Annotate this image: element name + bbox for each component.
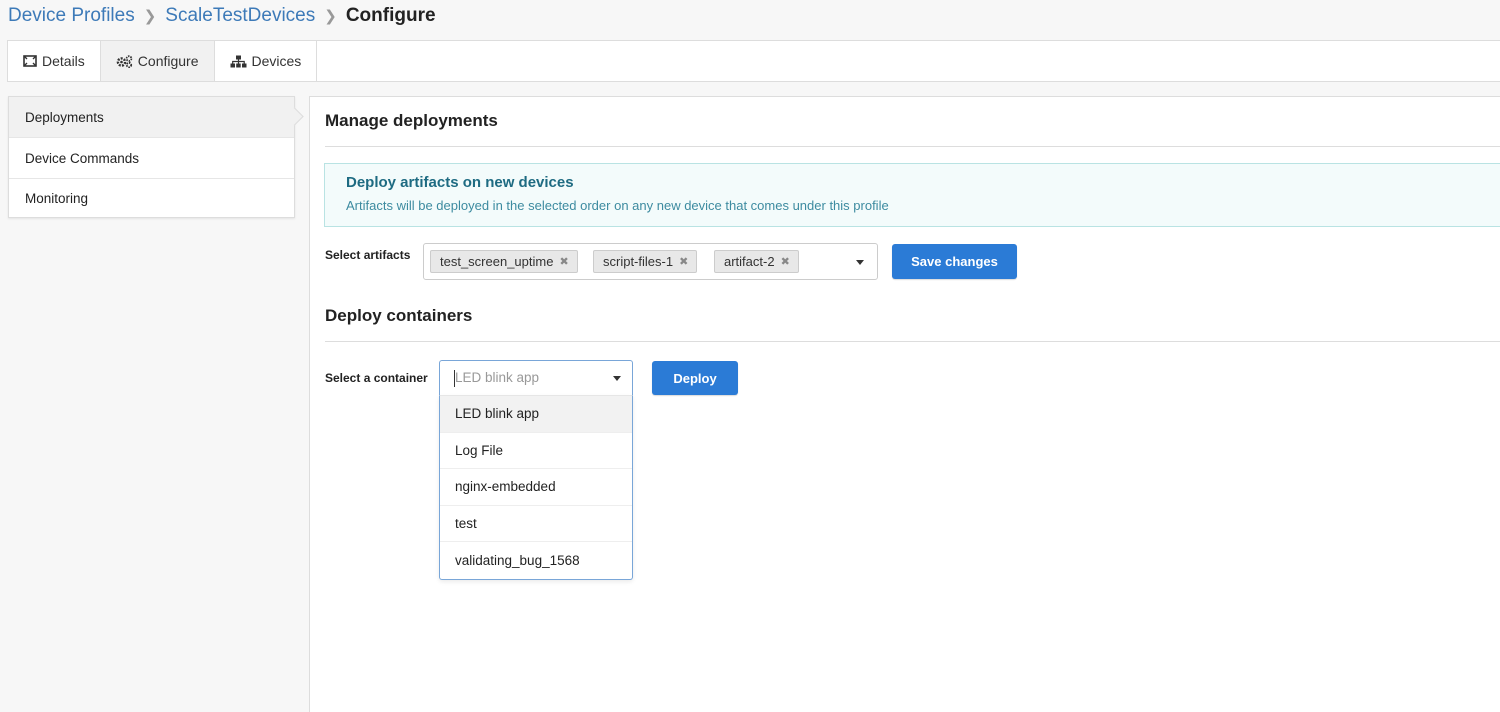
tab-configure[interactable]: Configure <box>100 41 215 81</box>
dropdown-option[interactable]: test <box>440 506 632 543</box>
chevron-right-icon: ❯ <box>324 8 337 25</box>
page-title: Configure <box>345 5 436 26</box>
caret-down-icon[interactable] <box>856 260 864 265</box>
select-container-label: Select a container <box>325 371 428 385</box>
divider <box>325 146 1500 147</box>
chevron-right-icon: ❯ <box>143 8 157 25</box>
breadcrumb: Device Profiles ❯ ScaleTestDevices ❯ Con… <box>8 3 436 29</box>
section-title-manage-deployments: Manage deployments <box>325 111 498 130</box>
remove-icon[interactable]: ✖ <box>559 255 568 268</box>
container-select[interactable]: LED blink app <box>439 360 633 396</box>
remove-icon[interactable]: ✖ <box>679 255 688 268</box>
select-artifacts-label: Select artifacts <box>325 248 411 262</box>
sidebar-item-monitoring[interactable]: Monitoring <box>9 179 294 217</box>
artifact-chip: artifact-2 ✖ <box>714 250 799 273</box>
artifacts-multiselect[interactable]: test_screen_uptime ✖ script-files-1 ✖ ar… <box>423 243 878 280</box>
deploy-button[interactable]: Deploy <box>652 361 738 395</box>
tab-devices[interactable]: Devices <box>215 41 318 81</box>
tab-details[interactable]: Details <box>8 41 101 81</box>
info-box: Deploy artifacts on new devices Artifact… <box>324 163 1500 227</box>
text-cursor <box>454 370 455 387</box>
side-menu: Deployments Device Commands Monitoring <box>8 96 295 218</box>
tab-devices-label: Devices <box>251 53 302 69</box>
breadcrumb-device-profiles[interactable]: Device Profiles <box>8 5 135 27</box>
remove-icon[interactable]: ✖ <box>781 255 790 268</box>
container-select-placeholder: LED blink app <box>455 370 540 385</box>
sidebar-item-device-commands[interactable]: Device Commands <box>9 138 294 179</box>
artifact-chip-label: artifact-2 <box>724 254 775 269</box>
dropdown-option[interactable]: validating_bug_1568 <box>440 542 632 579</box>
sitemap-icon <box>230 55 247 68</box>
dropdown-option[interactable]: Log File <box>440 433 632 470</box>
artifact-chip-label: test_screen_uptime <box>440 254 554 269</box>
breadcrumb-scale-test-devices[interactable]: ScaleTestDevices <box>165 5 315 27</box>
caret-down-icon[interactable] <box>613 376 621 381</box>
artifact-chip: script-files-1 ✖ <box>593 250 698 273</box>
details-icon <box>23 55 37 67</box>
artifact-chip-label: script-files-1 <box>603 254 674 269</box>
dropdown-option[interactable]: nginx-embedded <box>440 469 632 506</box>
save-changes-button[interactable]: Save changes <box>892 244 1017 279</box>
tab-configure-label: Configure <box>137 53 199 69</box>
sidebar-item-deployments[interactable]: Deployments <box>9 97 294 138</box>
info-title: Deploy artifacts on new devices <box>346 174 574 191</box>
tab-bar: Details Configure Devices <box>7 40 1500 82</box>
artifact-chip: test_screen_uptime ✖ <box>430 250 578 273</box>
cogs-icon <box>116 54 133 68</box>
container-dropdown: LED blink app Log File nginx-embedded te… <box>439 395 633 580</box>
dropdown-option[interactable]: LED blink app <box>440 396 632 433</box>
main-panel: Manage deployments Deploy artifacts on n… <box>309 96 1500 712</box>
divider <box>325 341 1500 342</box>
tab-details-label: Details <box>42 53 85 69</box>
info-subtitle: Artifacts will be deployed in the select… <box>346 198 889 213</box>
section-title-deploy-containers: Deploy containers <box>325 306 473 325</box>
